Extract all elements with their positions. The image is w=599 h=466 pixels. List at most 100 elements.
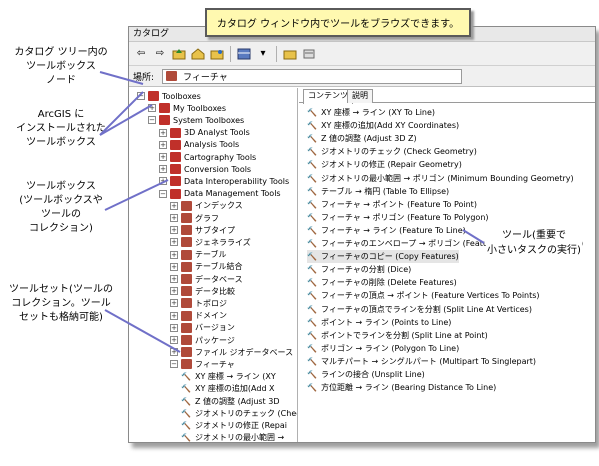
expand-icon[interactable]: + <box>159 140 167 149</box>
expand-icon[interactable]: + <box>159 177 167 186</box>
tree-item[interactable]: + バージョン <box>170 322 235 334</box>
expand-icon[interactable]: + <box>170 348 178 357</box>
tab-description[interactable]: 説明 <box>347 89 373 103</box>
tree-item[interactable]: + テーブル結合 <box>170 261 243 273</box>
tree-item[interactable]: +3D Analyst Tools <box>159 127 250 139</box>
banner-callout: カタログ ウィンドウ内でツールをブラウズできます。 <box>205 8 471 37</box>
collapse-icon[interactable]: − <box>159 189 167 198</box>
tree-item[interactable]: + トポロジ <box>170 297 227 309</box>
tree-item[interactable]: + ドメイン <box>170 310 227 322</box>
tool-list-item[interactable]: 🔨 フィーチャ → ポリゴン (Feature To Polygon) <box>307 211 489 224</box>
tool-list-item[interactable]: 🔨 ポイント → ライン (Points to Line) <box>307 316 451 329</box>
tool-list-item[interactable]: 🔨 フィーチャ → ライン (Feature To Line) <box>307 224 466 237</box>
tree-item[interactable]: − Toolboxes <box>137 90 201 102</box>
expand-icon[interactable]: + <box>170 323 178 332</box>
tree-item[interactable]: + グラフ <box>170 212 219 224</box>
tool-list-item[interactable]: 🔨 マルチパート → シングルパート (Multipart To Singlepa… <box>307 355 536 368</box>
tool-list-item[interactable]: 🔨 Z 値の調整 (Adjust 3D Z) <box>307 132 417 145</box>
toolset-icon <box>181 249 192 260</box>
tool-label: フィーチャ → ライン (Feature To Line) <box>321 225 466 235</box>
tree-item[interactable]: 🔨 ジオメトリの修正 (Repai <box>181 419 287 431</box>
tool-list-item[interactable]: 🔨 ポリゴン → ライン (Polygon To Line) <box>307 342 459 355</box>
tree-item-label: 3D Analyst Tools <box>184 128 250 138</box>
tree-item[interactable]: + Conversion Tools <box>159 163 251 175</box>
expand-icon[interactable]: + <box>170 299 178 308</box>
location-input[interactable]: フィーチャ <box>162 68 463 84</box>
tool-list-item[interactable]: 🔨 フィーチャの削除 (Delete Features) <box>307 276 457 289</box>
tool-list-item[interactable]: 🔨 フィーチャのコピー (Copy Features) <box>307 250 459 264</box>
expand-icon[interactable]: + <box>159 153 167 161</box>
tree-item[interactable]: + データベース <box>170 273 243 285</box>
tree-item[interactable]: + ファイル ジオデータベース <box>170 346 293 358</box>
tool-list-item[interactable]: 🔨 ジオメトリのチェック (Check Geometry) <box>307 145 477 158</box>
expand-icon[interactable]: + <box>170 287 178 296</box>
toolset-icon <box>181 237 192 248</box>
expand-icon[interactable]: + <box>170 262 178 271</box>
tree-item-label: ドメイン <box>195 311 227 321</box>
expand-icon[interactable]: + <box>170 311 178 320</box>
toolset-icon <box>181 261 192 272</box>
toolbar-separator <box>230 45 231 62</box>
folder-up-icon[interactable] <box>171 46 187 62</box>
tool-list-item[interactable]: 🔨 XY 座標の追加(Add XY Coordinates) <box>307 119 459 132</box>
tool-list-item[interactable]: 🔨 フィーチャの分割 (Dice) <box>307 263 411 276</box>
options-icon[interactable] <box>301 46 317 62</box>
view-toggle-icon[interactable] <box>236 46 252 62</box>
tree-item[interactable]: + ジェネラライズ <box>170 236 251 248</box>
expand-icon[interactable]: + <box>159 128 167 137</box>
home-icon[interactable] <box>190 46 206 62</box>
tree-item[interactable]: 🔨 ジオメトリの最小範囲 → <box>181 432 284 442</box>
expand-icon[interactable]: + <box>170 214 178 222</box>
expand-icon[interactable]: + <box>170 275 178 283</box>
tree-item[interactable]: + インデックス <box>170 200 243 212</box>
connect-folder-icon[interactable] <box>209 46 225 62</box>
tool-list-item[interactable]: 🔨 ラインの接合 (Unsplit Line) <box>307 368 425 381</box>
collapse-icon[interactable]: − <box>137 92 145 100</box>
tree-item[interactable]: 🔨 ジオメトリのチェック (Chec <box>181 407 297 419</box>
tree-item[interactable]: + Analysis Tools <box>159 139 239 151</box>
tool-icon: 🔨 <box>307 199 317 209</box>
expand-icon[interactable]: + <box>159 165 167 174</box>
toolset-icon <box>181 359 192 370</box>
tool-list-item[interactable]: 🔨 ジオメトリの最小範囲 → ポリゴン (Minimum Bounding Geo… <box>307 172 574 185</box>
tree-item[interactable]: + Data Interoperability Tools <box>159 175 289 187</box>
annotation-line: カタログ ツリー内の <box>14 47 108 58</box>
back-icon[interactable]: ⇦ <box>133 46 149 62</box>
expand-icon[interactable]: + <box>170 238 178 247</box>
tree-item[interactable]: − System Toolboxes <box>148 114 244 126</box>
catalog-tree[interactable]: − Toolboxes + My Toolboxes − System Toolboxes… <box>129 88 298 442</box>
tool-list-item[interactable]: 🔨 フィーチャの頂点でラインを分割 (Split Line At Vertices… <box>307 303 532 316</box>
tree-item[interactable]: + My Toolboxes <box>148 102 226 114</box>
expand-icon[interactable]: + <box>170 336 178 344</box>
tree-item[interactable]: + パッケージ <box>170 334 235 346</box>
tree-item[interactable]: 🔨 Z 値の調整 (Adjust 3D <box>181 395 280 407</box>
open-folder-icon[interactable] <box>282 46 298 62</box>
tree-item[interactable]: + テーブル <box>170 249 227 261</box>
tool-list-item[interactable]: 🔨 テーブル → 楕円 (Table To Ellipse) <box>307 185 449 198</box>
collapse-icon[interactable]: − <box>148 116 156 125</box>
tree-item[interactable]: − Data Management Tools <box>159 188 281 200</box>
tool-list-item[interactable]: 🔨 ポイントでラインを分割 (Split Line at Point) <box>307 329 488 342</box>
expand-icon[interactable]: + <box>170 226 178 235</box>
tree-item[interactable]: 🔨 XY 座標の追加(Add X <box>181 383 275 395</box>
tree-item[interactable]: + サブタイプ <box>170 224 235 236</box>
tree-item[interactable]: + データ比較 <box>170 285 235 297</box>
collapse-icon[interactable]: − <box>170 360 178 369</box>
expand-icon[interactable]: + <box>170 250 178 259</box>
tree-item[interactable]: − フィーチャ <box>170 358 235 370</box>
tool-label: XY 座標 → ライン (XY To Line) <box>321 108 436 117</box>
tree-item[interactable]: 🔨 XY 座標 → ライン (XY <box>181 371 276 383</box>
tree-item-label: グラフ <box>195 213 219 223</box>
chevron-down-icon[interactable]: ▾ <box>255 46 271 62</box>
tree-item[interactable]: + Cartography Tools <box>159 151 256 163</box>
annotation-line: (ツールボックスや <box>19 195 103 206</box>
tool-list-item[interactable]: 🔨 XY 座標 → ライン (XY To Line) <box>307 106 435 119</box>
tool-list-item[interactable]: 🔨 方位距離 → ライン (Bearing Distance To Line) <box>307 381 496 394</box>
tool-list-item[interactable]: 🔨 フィーチャ → ポイント (Feature To Point) <box>307 198 477 211</box>
forward-icon[interactable]: ⇨ <box>152 46 168 62</box>
expand-icon[interactable]: + <box>170 201 178 210</box>
tool-list-item[interactable]: 🔨 フィーチャの頂点 → ポイント (Feature Vertices To Po… <box>307 289 540 302</box>
expand-icon[interactable]: + <box>148 104 156 113</box>
tool-list-item[interactable]: 🔨 ジオメトリの修正 (Repair Geometry) <box>307 158 462 171</box>
tab-contents[interactable]: コンテンツ <box>303 89 353 104</box>
